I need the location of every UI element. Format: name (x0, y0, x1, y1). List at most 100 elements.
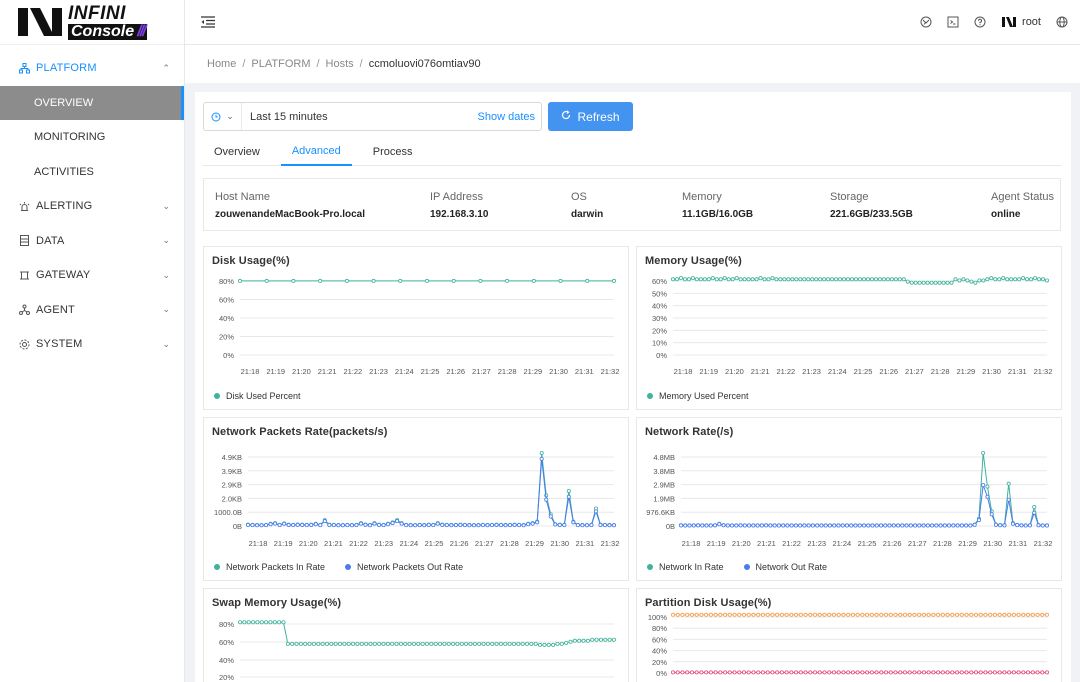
data-point (988, 612, 993, 617)
tab-advanced[interactable]: Advanced (280, 138, 352, 166)
data-point (913, 280, 918, 285)
clock-icon[interactable]: ⌄ (204, 103, 242, 130)
data-point (694, 277, 699, 282)
data-point (992, 670, 997, 675)
data-point (593, 509, 598, 514)
breadcrumb-platform[interactable]: PLATFORM (251, 58, 310, 70)
data-point (704, 612, 709, 617)
data-point (860, 670, 865, 675)
info-ip-address: IP Address 192.168.3.10 (430, 191, 488, 220)
sidebar-item-data[interactable]: DATA ⌄ (0, 224, 184, 259)
data-point (978, 612, 983, 617)
partition-disk-chart: 0% 20% 40% 60% 80% 100% (648, 612, 1049, 678)
data-point (689, 612, 694, 617)
breadcrumb-home[interactable]: Home (207, 58, 236, 70)
legend-item[interactable]: Disk Used Percent (214, 391, 301, 401)
data-point (1011, 612, 1016, 617)
data-point (907, 670, 912, 675)
data-point (865, 612, 870, 617)
logo[interactable]: INFINI Console/// (0, 0, 184, 45)
data-point (850, 612, 855, 617)
sidebar-item-gateway[interactable]: GATEWAY ⌄ (0, 258, 184, 293)
sidebar-item-alerting[interactable]: ALERTING ⌄ (0, 189, 184, 224)
data-point (272, 620, 277, 625)
data-point (810, 277, 815, 282)
data-point (836, 670, 841, 675)
data-point (372, 521, 377, 526)
data-point (742, 277, 747, 282)
data-point (766, 277, 771, 282)
legend-item[interactable]: Network Packets Out Rate (345, 562, 463, 572)
data-point (327, 522, 332, 527)
data-point (770, 670, 775, 675)
data-point (533, 641, 538, 646)
terminal-icon[interactable] (947, 16, 959, 28)
chevron-down-icon: ⌄ (162, 200, 170, 211)
x-tick-label: 21:28 (933, 539, 952, 548)
data-point (765, 670, 770, 675)
x-tick-label: 21:29 (525, 539, 544, 548)
sidebar-item-agent[interactable]: AGENT ⌄ (0, 293, 184, 328)
data-point (900, 523, 905, 528)
help-icon[interactable] (974, 16, 986, 28)
data-point (507, 641, 512, 646)
sidebar-item-overview[interactable]: OVERVIEW (0, 85, 184, 120)
data-point (846, 612, 851, 617)
data-point (682, 277, 687, 282)
data-point (951, 523, 956, 528)
data-point (679, 523, 684, 528)
data-point (349, 523, 354, 528)
sidebar-item-platform[interactable]: PLATFORM ⌃ (0, 51, 184, 86)
refresh-button[interactable]: Refresh (548, 102, 633, 131)
time-range-picker[interactable]: ⌄ Last 15 minutes Show dates (203, 102, 542, 131)
data-point (329, 641, 334, 646)
data-point (755, 523, 760, 528)
data-point (354, 523, 359, 528)
data-point (904, 523, 909, 528)
legend-item[interactable]: Network Packets In Rate (214, 562, 325, 572)
data-point (585, 638, 590, 643)
theme-icon[interactable] (920, 16, 932, 28)
data-point (295, 522, 300, 527)
info-os: OS darwin (571, 191, 603, 220)
info-value: darwin (571, 209, 604, 220)
x-tick-label: 21:18 (674, 367, 693, 376)
data-point (978, 670, 983, 675)
data-point (413, 523, 418, 528)
data-point (997, 612, 1002, 617)
data-point (264, 620, 269, 625)
data-point (698, 277, 703, 282)
data-point (277, 523, 282, 528)
data-point (242, 620, 247, 625)
sidebar-item-label: ALERTING (36, 200, 93, 213)
x-tick-label: 21:26 (879, 367, 898, 376)
user-menu[interactable]: root (1002, 16, 1041, 28)
language-icon[interactable] (1056, 16, 1068, 28)
data-point (1035, 612, 1040, 617)
data-point (577, 638, 582, 643)
legend-item[interactable]: Network In Rate (647, 562, 724, 572)
data-point (598, 522, 603, 527)
sidebar-item-activities[interactable]: ACTIVITIES (0, 155, 184, 190)
x-tick-label: 21:18 (241, 367, 260, 376)
data-point (539, 451, 544, 456)
data-point (997, 670, 1002, 675)
data-point (277, 620, 282, 625)
legend-item[interactable]: Network Out Rate (743, 562, 827, 572)
legend-dot (345, 564, 352, 570)
legend-item[interactable]: Memory Used Percent (647, 391, 749, 401)
tab-process[interactable]: Process (362, 138, 424, 166)
data-point (442, 641, 447, 646)
data-point (813, 612, 818, 617)
breadcrumb-hosts[interactable]: Hosts (326, 58, 354, 70)
data-point (1040, 523, 1045, 528)
data-point (1035, 670, 1040, 675)
sidebar-item-system[interactable]: SYSTEM ⌄ (0, 327, 184, 362)
tab-overview[interactable]: Overview (203, 138, 271, 166)
data-point (433, 641, 438, 646)
x-tick-label: 21:23 (374, 539, 393, 548)
x-tick-label: 21:25 (854, 367, 873, 376)
show-dates-link[interactable]: Show dates (478, 111, 541, 123)
menu-fold-icon[interactable] (201, 16, 215, 28)
sidebar-item-monitoring[interactable]: MONITORING (0, 120, 184, 155)
